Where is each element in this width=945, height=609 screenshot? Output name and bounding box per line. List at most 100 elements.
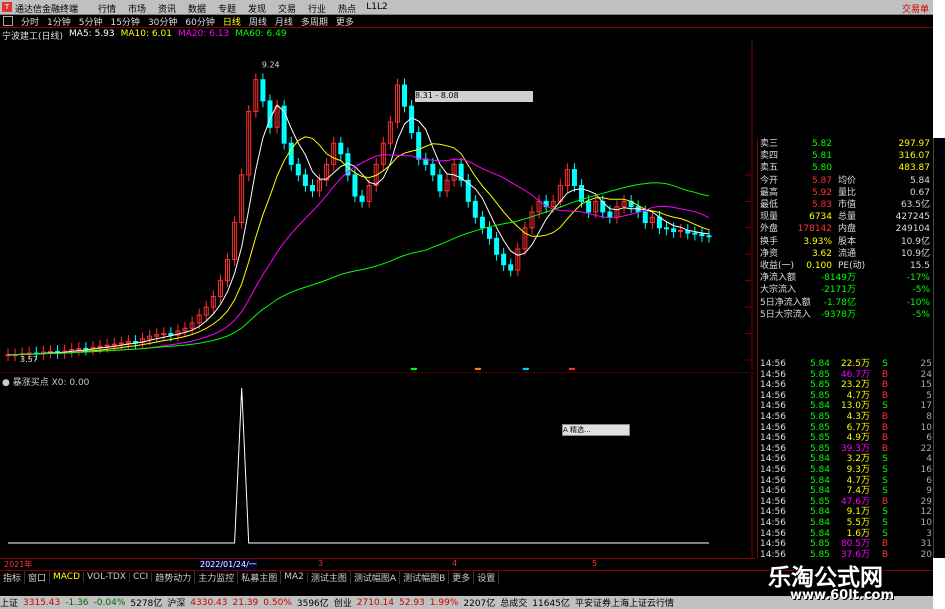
main-window: T 通达信金融终端 行情 市场 资讯 数据 专题 发现 交易 行业 热点 L1L2 交易单 分时 1… — [0, 0, 933, 609]
menu-item-2[interactable]: 资讯 — [152, 2, 182, 15]
quote-value2: 10.9亿 — [900, 248, 930, 259]
indicator-tab-11[interactable]: 测试幅图B — [400, 570, 450, 584]
menu-bar: 行情 市场 资讯 数据 专题 发现 交易 行业 热点 L1L2 — [92, 2, 392, 15]
quote-label: 最低 — [760, 200, 779, 210]
app-logo-icon: T — [2, 2, 12, 12]
indicator-tab-1[interactable]: 窗口 — [25, 570, 51, 584]
quote-label2: 均价 — [838, 175, 857, 186]
ma20-line — [8, 154, 710, 356]
quote-value: 5.82 — [811, 139, 832, 149]
status-item-9: 3596亿 — [296, 599, 329, 609]
status-item-16: 11645亿 — [532, 599, 570, 609]
quote-value: 0.100 — [806, 261, 832, 271]
menu-item-9[interactable]: L1L2 — [362, 2, 392, 15]
date-axis: 2021年 2022/01/24/一 3 4 5 — [0, 558, 755, 570]
indicator-tab-3[interactable]: VOL-TDX — [84, 572, 130, 582]
indicator-tab-10[interactable]: 测试幅图A — [351, 570, 401, 584]
indicator-tab-9[interactable]: 测试主图 — [308, 570, 351, 584]
candle-body — [359, 195, 365, 202]
quote-label2: 股本 — [838, 236, 857, 247]
period-tab-5[interactable]: 60分钟 — [181, 15, 218, 28]
quote-label: 收益(一) — [760, 261, 795, 271]
status-item-10: 创业 — [333, 599, 352, 609]
quote-label: 最高 — [760, 187, 779, 198]
indicator-tab-4[interactable]: CCI — [130, 572, 153, 582]
indicator-tab-5[interactable]: 趋势动力 — [152, 570, 196, 584]
signal-marker: ■ — [474, 366, 482, 370]
app-title: 通达信金融终端 — [15, 5, 79, 15]
candle-body — [706, 235, 712, 238]
kline-chart[interactable]: 7.006.506.005.505.004.504.003.509.243.57… — [0, 40, 755, 370]
quote-label: 卖五 — [760, 163, 779, 174]
indicator-tab-7[interactable]: 私募主图 — [238, 570, 282, 584]
indicator-tab-8[interactable]: MA2 — [281, 572, 308, 582]
candle-body — [295, 163, 301, 176]
period-tab-10[interactable]: 更多 — [332, 15, 358, 28]
indicator-tab-0[interactable]: 指标 — [0, 570, 26, 584]
high-label: 9.24 — [262, 61, 280, 70]
popup-tooltip[interactable]: A 精选... — [562, 424, 630, 436]
period-tab-3[interactable]: 15分钟 — [106, 15, 143, 28]
period-tab-2[interactable]: 5分钟 — [75, 15, 107, 28]
indicator-chart[interactable]: 1.000.900.800.700.600.500.400.300.200.10… — [0, 372, 755, 558]
menu-item-5[interactable]: 发现 — [242, 2, 272, 15]
indicator-tab-13[interactable]: 设置 — [474, 570, 500, 584]
quote-label2: 内盘 — [838, 224, 857, 235]
menu-item-1[interactable]: 市场 — [122, 2, 152, 15]
period-tab-1[interactable]: 1分钟 — [43, 15, 75, 28]
status-item-13: 1.99% — [429, 597, 459, 608]
candle-body — [437, 174, 443, 192]
ma-legend: 宁波建工(日线) MA5: 5.93 MA10: 6.01 MA20: 6.13… — [2, 29, 287, 42]
candle-body — [132, 340, 138, 344]
quote-row: 最高 5.92 量比 0.67 — [760, 187, 932, 199]
menu-item-8[interactable]: 热点 — [332, 2, 362, 15]
candle-body — [288, 142, 294, 165]
period-tab-0[interactable]: 分时 — [17, 15, 43, 28]
low-label: 3.57 — [20, 355, 38, 364]
period-tab-8[interactable]: 月线 — [271, 15, 297, 28]
quote-value2: 0.67 — [909, 187, 930, 198]
quote-value: 178142 — [797, 224, 832, 235]
period-tab-9[interactable]: 多周期 — [297, 15, 332, 28]
side-strip[interactable] — [933, 138, 945, 558]
indicator-tab-2[interactable]: MACD — [50, 572, 85, 582]
status-item-2: -1.36 — [65, 597, 89, 608]
candle-body — [671, 228, 677, 232]
indicator-tab-6[interactable]: 主力监控 — [195, 570, 239, 584]
quote-row: 卖三 5.82 297.97 — [760, 138, 932, 150]
candle-body — [479, 216, 485, 229]
title-bar: T 通达信金融终端 行情 市场 资讯 数据 专题 发现 交易 行业 热点 L1L2 交易单 — [0, 0, 933, 15]
quote-row: 今开 5.87 均价 5.84 — [760, 175, 932, 187]
candle-body — [416, 132, 422, 160]
toggle-panel-icon[interactable] — [3, 16, 13, 26]
candle-body — [501, 253, 507, 266]
period-tab-6[interactable]: 日线 — [219, 15, 245, 28]
quote-value2: 427245 — [895, 212, 930, 223]
quote-value: 5.81 — [811, 151, 832, 162]
period-tab-7[interactable]: 周线 — [245, 15, 271, 28]
quote-value2: 483.87 — [898, 163, 931, 174]
quote-value2: -17% — [906, 273, 930, 284]
menu-item-0[interactable]: 行情 — [92, 2, 122, 15]
status-item-8: 0.50% — [263, 597, 292, 608]
trade-button[interactable]: 交易单 — [902, 2, 929, 15]
quote-row: 收益(一) 0.100 PE(动) 15.5 — [760, 260, 932, 272]
candle-body — [352, 174, 358, 197]
menu-item-6[interactable]: 交易 — [272, 2, 302, 15]
quote-value: 5.80 — [811, 163, 832, 174]
quote-value: -9378万 — [820, 309, 856, 320]
quote-value: 5.92 — [811, 187, 832, 198]
status-item-11: 2710.14 — [356, 597, 395, 608]
quote-value: -8149万 — [820, 273, 856, 284]
indicator-tab-12[interactable]: 更多 — [449, 570, 475, 584]
period-toolbar: 分时 1分钟 5分钟 15分钟 30分钟 60分钟 日线 周线 月线 多周期 更多 — [0, 15, 933, 28]
quote-row: 卖五 5.80 483.87 — [760, 162, 932, 174]
period-tab-4[interactable]: 30分钟 — [144, 15, 181, 28]
signal-marker: ■ — [522, 366, 530, 370]
quote-value2: 10.9亿 — [900, 236, 930, 247]
quote-row: 净资 3.62 流通 10.9亿 — [760, 248, 932, 260]
menu-item-3[interactable]: 数据 — [182, 2, 212, 15]
menu-item-4[interactable]: 专题 — [212, 2, 242, 15]
menu-item-7[interactable]: 行业 — [302, 2, 332, 15]
quote-value2: 15.5 — [909, 261, 930, 271]
